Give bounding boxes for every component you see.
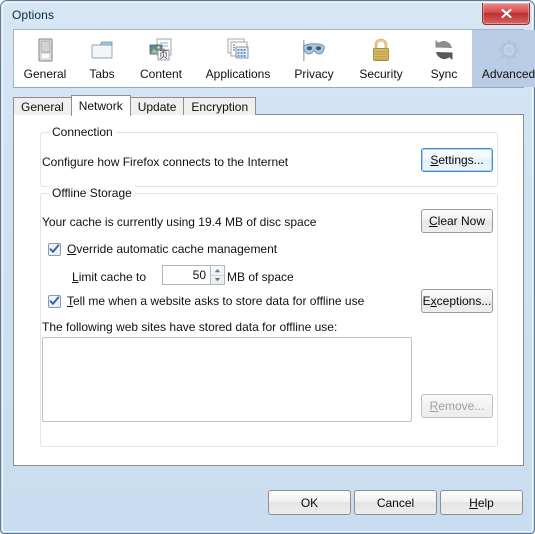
check-icon xyxy=(49,296,60,305)
stored-sites-listbox[interactable] xyxy=(42,337,412,422)
toolbar-label: Privacy xyxy=(294,67,334,81)
limit-cache-suffix: MB of space xyxy=(227,270,294,284)
window-title: Options xyxy=(12,8,55,22)
options-window: Options General Tabs 页 Content Applicati… xyxy=(0,0,535,534)
general-icon xyxy=(29,34,61,66)
connection-description: Configure how Firefox connects to the In… xyxy=(42,155,289,169)
toolbar-label: Sync xyxy=(430,67,458,81)
chevron-down-icon xyxy=(214,278,221,282)
sync-arrows-icon xyxy=(428,34,460,66)
gear-icon xyxy=(493,34,525,66)
toolbar-item-privacy[interactable]: Privacy xyxy=(282,30,346,87)
toolbar-item-general[interactable]: General xyxy=(14,30,76,87)
tab-general[interactable]: General xyxy=(13,97,72,115)
chevron-up-icon xyxy=(214,268,221,272)
settings-button[interactable]: Settings... xyxy=(421,148,493,172)
checkbox-box xyxy=(48,242,61,256)
toolbar-item-advanced[interactable]: Advanced xyxy=(472,30,535,87)
limit-cache-label: Limit cache to xyxy=(72,270,147,284)
close-button[interactable] xyxy=(482,3,530,25)
toolbar-label: Applications xyxy=(205,67,271,81)
override-cache-label: Override automatic cache management xyxy=(67,242,278,256)
toolbar-item-tabs[interactable]: Tabs xyxy=(76,30,128,87)
exceptions-button[interactable]: Exceptions... xyxy=(421,289,493,313)
stepper-down-button[interactable] xyxy=(211,276,224,285)
padlock-icon xyxy=(365,34,397,66)
category-toolbar: General Tabs 页 Content Applications Priv… xyxy=(13,29,535,88)
tabs-icon xyxy=(86,34,118,66)
stepper-up-button[interactable] xyxy=(211,266,224,276)
network-tab-panel: Connection Configure how Firefox connect… xyxy=(13,114,524,466)
toolbar-item-sync[interactable]: Sync xyxy=(416,30,472,87)
toolbar-label: Security xyxy=(359,67,403,81)
toolbar-item-content[interactable]: 页 Content xyxy=(128,30,194,87)
cache-usage-text: Your cache is currently using 19.4 MB of… xyxy=(42,215,317,229)
stepper-buttons xyxy=(210,265,225,285)
override-cache-checkbox[interactable]: Override automatic cache management xyxy=(48,242,277,256)
remove-button: Remove... xyxy=(421,394,493,418)
toolbar-label: General xyxy=(23,67,67,81)
sites-list-label: The following web sites have stored data… xyxy=(42,320,338,334)
tell-me-offline-label: Tell me when a website asks to store dat… xyxy=(67,294,365,308)
limit-cache-stepper[interactable] xyxy=(162,265,225,285)
tell-me-offline-checkbox[interactable]: Tell me when a website asks to store dat… xyxy=(48,294,364,308)
applications-icon xyxy=(222,34,254,66)
tab-network[interactable]: Network xyxy=(70,95,131,116)
toolbar-item-security[interactable]: Security xyxy=(346,30,416,87)
svg-text:页: 页 xyxy=(159,50,168,61)
tab-update[interactable]: Update xyxy=(129,97,185,115)
ok-button[interactable]: OK xyxy=(268,490,351,515)
tab-encryption[interactable]: Encryption xyxy=(183,97,257,115)
close-icon xyxy=(500,8,512,19)
title-bar: Options xyxy=(3,3,534,29)
help-button[interactable]: Help xyxy=(440,490,523,515)
toolbar-label: Advanced xyxy=(481,67,535,81)
check-icon xyxy=(49,244,60,253)
toolbar-label: Tabs xyxy=(89,67,115,81)
connection-group-legend: Connection xyxy=(49,125,116,139)
clear-now-button[interactable]: Clear Now xyxy=(421,209,493,233)
toolbar-label: Content xyxy=(139,67,183,81)
tab-strip: General Network Update Encryption xyxy=(13,95,257,116)
toolbar-item-applications[interactable]: Applications xyxy=(194,30,282,87)
limit-cache-input[interactable] xyxy=(162,265,210,285)
offline-storage-group-legend: Offline Storage xyxy=(49,186,135,200)
privacy-mask-icon xyxy=(298,34,330,66)
checkbox-box xyxy=(48,294,61,308)
cancel-button[interactable]: Cancel xyxy=(354,490,437,515)
content-icon: 页 xyxy=(145,34,177,66)
